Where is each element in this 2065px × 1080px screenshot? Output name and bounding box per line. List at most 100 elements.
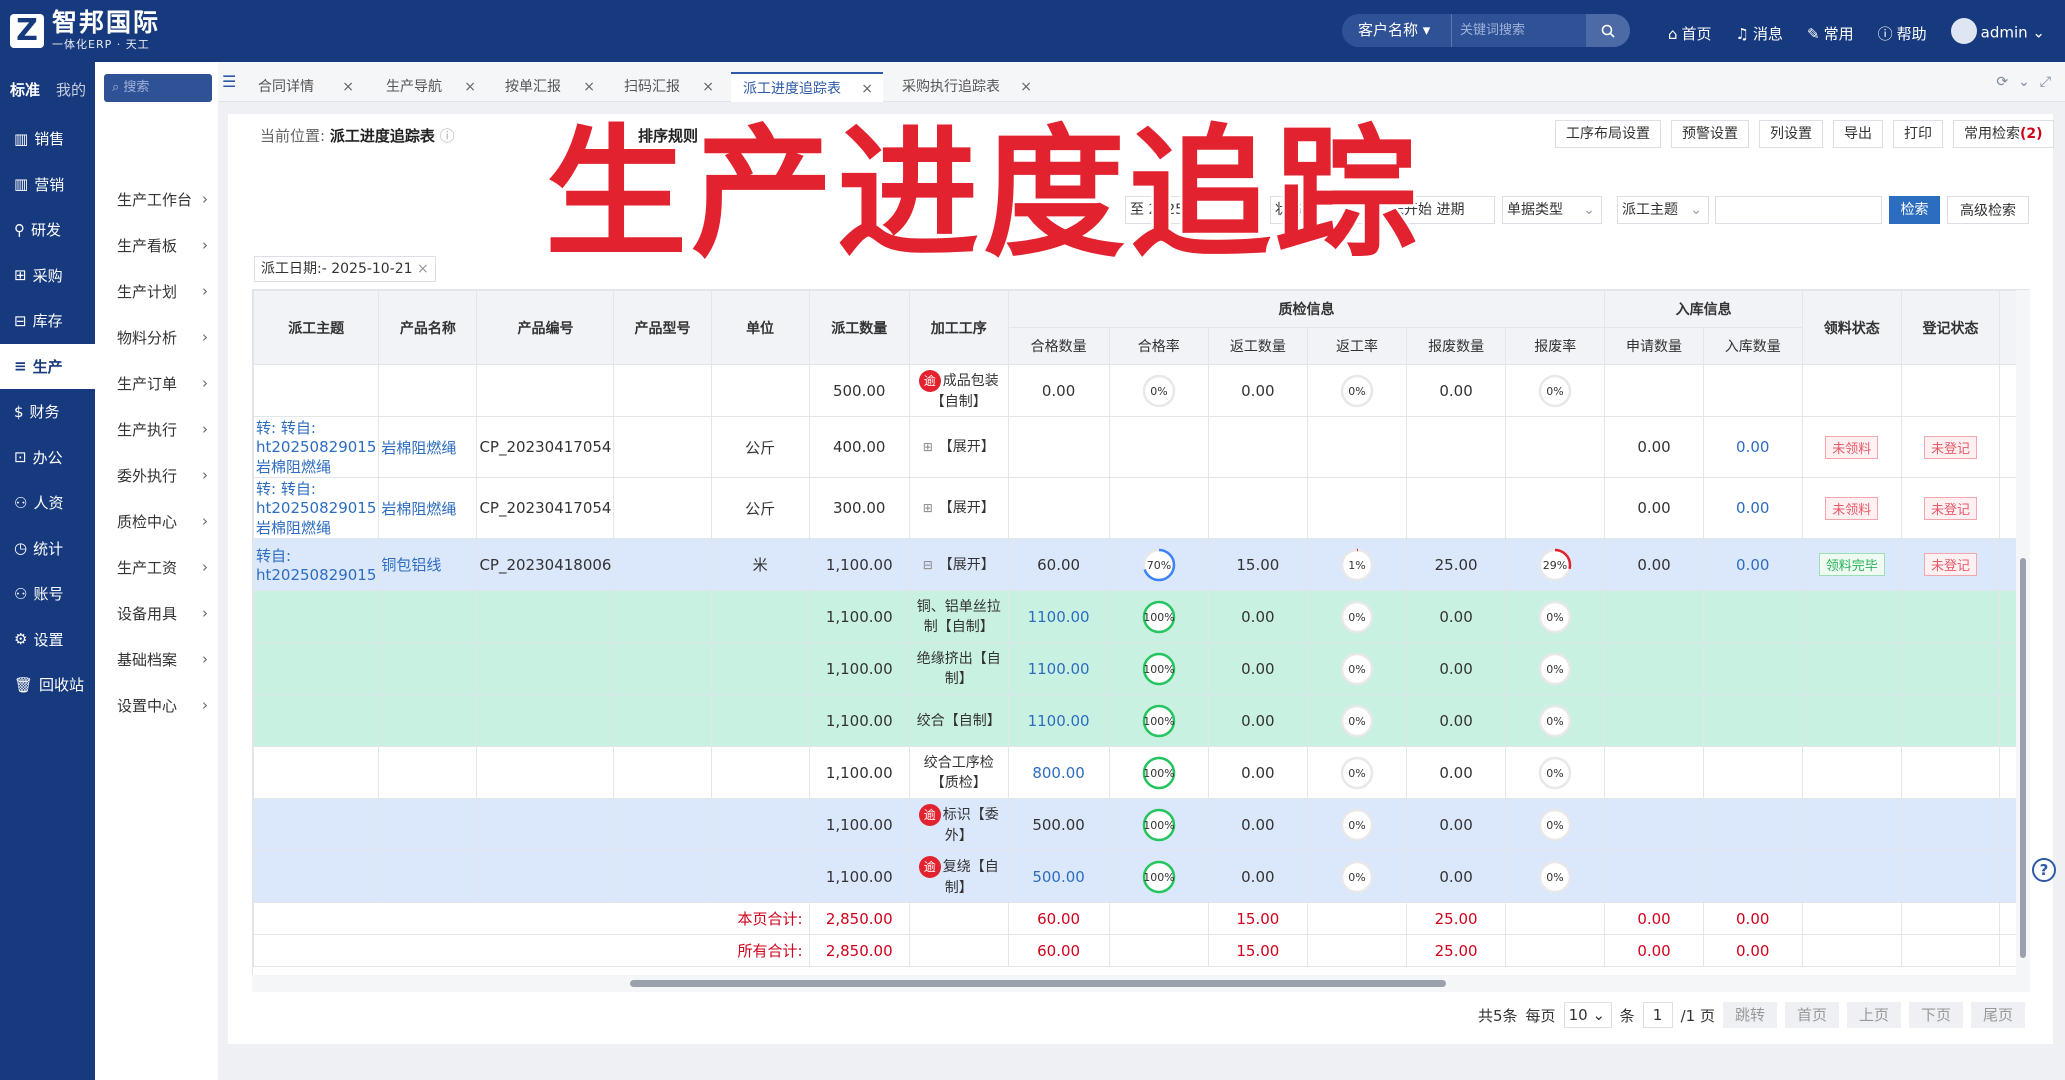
col-process[interactable]: 加工工序 bbox=[908, 290, 1009, 365]
expand-icon[interactable]: ⊞ bbox=[923, 501, 933, 515]
col-product-code[interactable]: 产品编号 bbox=[476, 290, 615, 365]
pick-status-tag[interactable]: 领料完毕 bbox=[1818, 553, 1885, 576]
common-search-button[interactable]: 常用检索(2) bbox=[1953, 120, 2054, 148]
cell-name[interactable] bbox=[378, 746, 478, 799]
sidebar-item-0[interactable]: ▥ 销售 bbox=[0, 116, 95, 162]
sidebar-item-12[interactable]: 🗑 回收站 bbox=[0, 662, 95, 708]
alert-settings-button[interactable]: 预警设置 bbox=[1671, 120, 1749, 148]
submenu-item-5[interactable]: 生产执行 › bbox=[95, 406, 218, 452]
process-label[interactable]: 【展开】 bbox=[939, 557, 995, 573]
tab-2[interactable]: 按单汇报 × bbox=[493, 72, 605, 102]
prev-page-button[interactable]: 上页 bbox=[1846, 1002, 1901, 1028]
doc-type-select[interactable]: 单据类型 ⌄ bbox=[1502, 196, 1602, 224]
cell-subject[interactable] bbox=[253, 746, 380, 799]
sidebar-item-5[interactable]: ≡ 生产 bbox=[0, 343, 95, 389]
cell-subject[interactable] bbox=[253, 590, 380, 643]
sidebar-item-3[interactable]: ⊞ 采购 bbox=[0, 253, 95, 299]
cell-name[interactable]: 铜包铝线 bbox=[378, 538, 478, 591]
fullscreen-icon[interactable]: ⤢ bbox=[2040, 74, 2051, 90]
cell-subject[interactable] bbox=[253, 364, 380, 417]
cell-pass-qty[interactable]: 500.00 bbox=[1007, 850, 1110, 903]
table-row[interactable]: 1,100.00 逾标识【委外】 500.00 100% 0.00 0% 0.00 0% bbox=[253, 798, 2029, 851]
table-row[interactable]: 500.00 逾成品包装【自制】 0.00 0% 0.00 0% 0.00 0% bbox=[253, 364, 2029, 417]
page-input[interactable]: 1 bbox=[1642, 1002, 1673, 1028]
sidebar-item-9[interactable]: ◷ 统计 bbox=[0, 526, 95, 572]
cell-stock-qty[interactable] bbox=[1702, 364, 1803, 417]
cell-name[interactable]: 岩棉阻燃绳 bbox=[378, 416, 478, 478]
nav-messages[interactable]: ♫ 消息 bbox=[1736, 23, 1783, 44]
tab-0[interactable]: 合同详情 × bbox=[246, 72, 364, 102]
next-page-button[interactable]: 下页 bbox=[1909, 1002, 1964, 1028]
vertical-scrollbar[interactable] bbox=[2016, 290, 2030, 976]
search-input[interactable]: 关键词搜索 bbox=[1452, 14, 1586, 47]
keyword-input[interactable] bbox=[1715, 196, 1882, 224]
close-icon[interactable]: × bbox=[702, 72, 714, 102]
submenu-item-1[interactable]: 生产看板 › bbox=[95, 222, 218, 268]
cell-name[interactable] bbox=[378, 694, 478, 747]
per-page-select[interactable]: 10 ⌄ bbox=[1563, 1002, 1612, 1028]
cell-stock-qty[interactable] bbox=[1702, 642, 1803, 695]
col-product-model[interactable]: 产品型号 bbox=[613, 290, 712, 365]
expand-icon[interactable]: ⊟ bbox=[923, 558, 933, 572]
cell-subject[interactable] bbox=[253, 642, 380, 695]
sidebar-item-11[interactable]: ⚙ 设置 bbox=[0, 617, 95, 663]
search-submit-button[interactable]: 检索 bbox=[1889, 196, 1940, 224]
app-logo[interactable]: Z 智邦国际 一体化ERP · 天工 bbox=[10, 10, 160, 52]
close-icon[interactable]: × bbox=[861, 74, 873, 104]
register-status-tag[interactable]: 未登记 bbox=[1923, 496, 1977, 520]
submenu-item-8[interactable]: 生产工资 › bbox=[95, 544, 218, 590]
col-qc-4[interactable]: 报废数量 bbox=[1406, 327, 1506, 365]
register-status-tag[interactable]: 未登记 bbox=[1923, 435, 1977, 459]
table-row[interactable]: 转: 转自: ht20250829015岩棉阻燃绳 岩棉阻燃绳 CP_2023041… bbox=[253, 477, 2029, 539]
table-row[interactable]: 转: 转自: ht20250829015岩棉阻燃绳 岩棉阻燃绳 CP_2023041… bbox=[253, 416, 2029, 478]
table-row[interactable]: 1,100.00 绞合工序检【质检】 800.00 100% 0.00 0% 0.00 0% bbox=[253, 746, 2029, 799]
layout-settings-button[interactable]: 工序布局设置 bbox=[1555, 120, 1661, 148]
cell-pass-qty[interactable]: 1100.00 bbox=[1007, 694, 1110, 747]
close-icon[interactable]: × bbox=[583, 72, 595, 102]
tab-5[interactable]: 采购执行追踪表 × bbox=[890, 72, 1042, 102]
last-page-button[interactable]: 尾页 bbox=[1971, 1002, 2026, 1028]
collapse-menu-icon[interactable]: ☰ bbox=[222, 72, 236, 91]
col-qc-3[interactable]: 返工率 bbox=[1306, 327, 1408, 365]
table-row[interactable]: 1,100.00 绞合【自制】 1100.00 100% 0.00 0% 0.00 0% bbox=[253, 694, 2029, 747]
submenu-item-4[interactable]: 生产订单 › bbox=[95, 360, 218, 406]
col-qc-2[interactable]: 返工数量 bbox=[1207, 327, 1308, 365]
user-menu[interactable]: admin ⌄ bbox=[1950, 18, 2045, 46]
cell-stock-qty[interactable]: 0.00 bbox=[1702, 416, 1803, 478]
sidebar-item-8[interactable]: ⚇ 人资 bbox=[0, 480, 95, 526]
scroll-thumb[interactable] bbox=[2020, 558, 2026, 958]
refresh-icon[interactable]: ⟳ bbox=[1996, 74, 2008, 90]
tab-1[interactable]: 生产导航 × bbox=[374, 72, 486, 102]
cell-name[interactable]: 岩棉阻燃绳 bbox=[378, 477, 478, 539]
col-product-name[interactable]: 产品名称 bbox=[378, 290, 478, 365]
col-pick-status[interactable]: 领料状态 bbox=[1801, 290, 1902, 365]
export-button[interactable]: 导出 bbox=[1833, 120, 1883, 148]
advanced-search-button[interactable]: 高级检索 bbox=[1947, 196, 2029, 224]
cell-stock-qty[interactable]: 0.00 bbox=[1702, 477, 1803, 539]
cell-subject[interactable]: 转: 转自: ht20250829015岩棉阻燃绳 bbox=[253, 477, 380, 539]
expand-icon[interactable]: ⊞ bbox=[923, 440, 933, 454]
cell-stock-qty[interactable] bbox=[1702, 798, 1803, 851]
register-status-tag[interactable]: 未登记 bbox=[1923, 553, 1977, 576]
sidebar-item-7[interactable]: ⊡ 办公 bbox=[0, 435, 95, 481]
submenu-item-7[interactable]: 质检中心 › bbox=[95, 498, 218, 544]
col-stock-1[interactable]: 入库数量 bbox=[1702, 327, 1803, 365]
process-label[interactable]: 【展开】 bbox=[939, 500, 995, 516]
sidebar-item-6[interactable]: $ 财务 bbox=[0, 389, 95, 435]
scroll-thumb[interactable] bbox=[630, 980, 1446, 987]
col-qc-5[interactable]: 报废率 bbox=[1504, 327, 1606, 365]
close-icon[interactable]: × bbox=[1020, 72, 1032, 102]
search-button[interactable] bbox=[1586, 14, 1630, 47]
cell-stock-qty[interactable] bbox=[1702, 746, 1803, 799]
col-qc-0[interactable]: 合格数量 bbox=[1007, 327, 1110, 365]
submenu-search-input[interactable]: ⌕ 搜索 bbox=[104, 74, 212, 102]
cell-stock-qty[interactable]: 0.00 bbox=[1702, 538, 1803, 591]
cell-subject[interactable] bbox=[253, 694, 380, 747]
close-icon[interactable]: × bbox=[342, 72, 354, 102]
cell-name[interactable] bbox=[378, 364, 478, 417]
cell-name[interactable] bbox=[378, 642, 478, 695]
cell-pass-qty[interactable]: 1100.00 bbox=[1007, 590, 1110, 643]
pick-status-tag[interactable]: 未领料 bbox=[1825, 496, 1879, 520]
horizontal-scrollbar[interactable] bbox=[252, 975, 2030, 992]
cell-name[interactable] bbox=[378, 590, 478, 643]
